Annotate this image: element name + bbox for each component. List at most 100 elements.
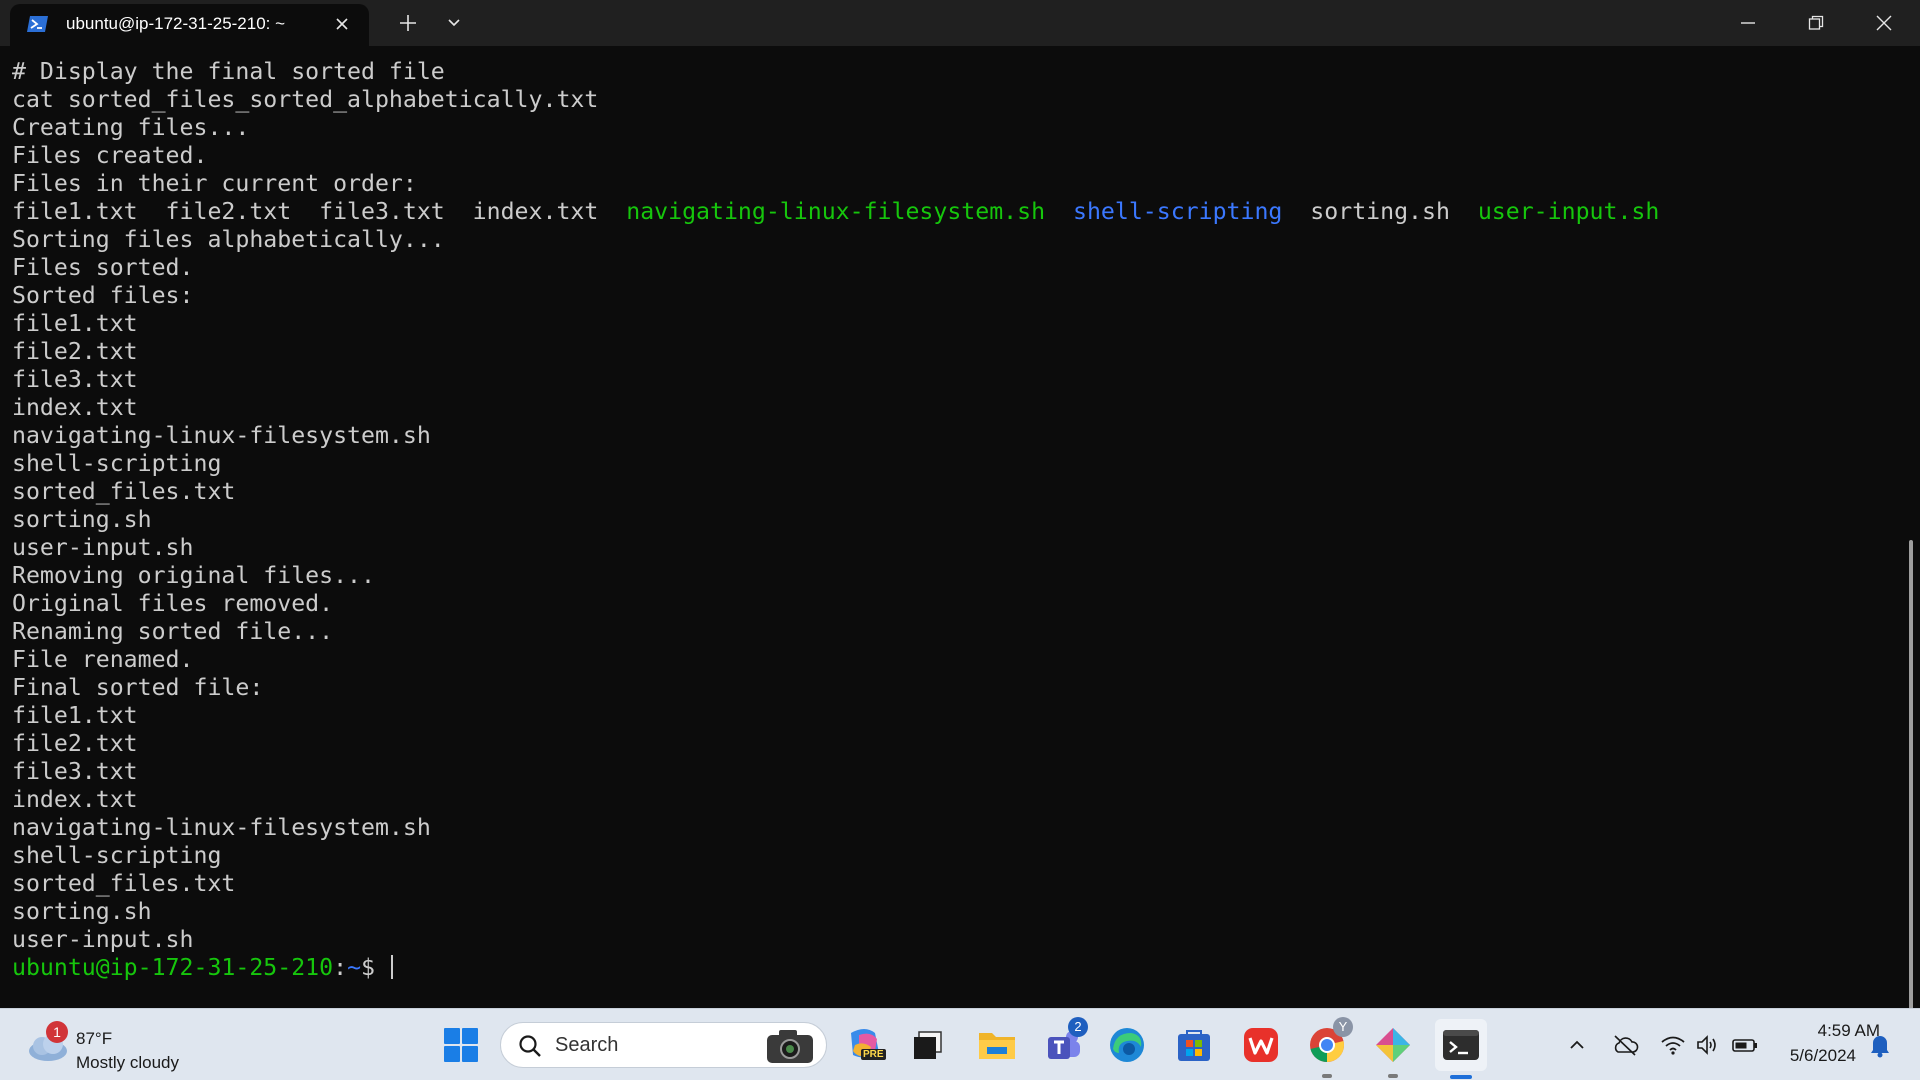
onedrive-status[interactable] bbox=[1611, 1031, 1639, 1059]
close-icon bbox=[1876, 15, 1892, 31]
terminal-text: file2.txt bbox=[12, 338, 138, 365]
terminal-text: shell-scripting bbox=[1072, 198, 1283, 225]
terminal-line: shell-scripting bbox=[12, 450, 1659, 478]
terminal-line: # Display the final sorted file bbox=[12, 58, 1659, 86]
terminal-line: Final sorted file: bbox=[12, 674, 1659, 702]
notifications-button[interactable] bbox=[1866, 1031, 1894, 1059]
diamond-app[interactable] bbox=[1369, 1021, 1417, 1078]
terminal-text: # Display the final sorted file bbox=[12, 58, 445, 85]
terminal-line: shell-scripting bbox=[12, 842, 1659, 870]
terminal-text: file2.txt bbox=[12, 730, 138, 757]
task-view-button[interactable] bbox=[904, 1021, 952, 1069]
minimize-icon bbox=[1741, 22, 1755, 24]
terminal-line: file3.txt bbox=[12, 758, 1659, 786]
tab-title: ubuntu@ip-172-31-25-210: ~ bbox=[66, 14, 286, 33]
chrome-app[interactable]: Y bbox=[1303, 1017, 1353, 1078]
terminal-line: sorted_files.txt bbox=[12, 870, 1659, 898]
scrollbar[interactable] bbox=[1909, 540, 1913, 1008]
weather-condition: Mostly cloudy bbox=[76, 1053, 179, 1072]
terminal-text: Renaming sorted file... bbox=[12, 618, 334, 645]
terminal-area[interactable]: # Display the final sorted file cat sorte… bbox=[0, 46, 1920, 1008]
terminal-output: # Display the final sorted file cat sorte… bbox=[12, 58, 1659, 982]
teams-app[interactable]: 2 bbox=[1040, 1017, 1088, 1069]
search-box[interactable]: Search bbox=[500, 1022, 827, 1068]
terminal-line: file2.txt bbox=[12, 730, 1659, 758]
start-button[interactable] bbox=[437, 1021, 485, 1069]
terminal-line: File renamed. bbox=[12, 646, 1659, 674]
teams-badge: 2 bbox=[1068, 1017, 1088, 1037]
terminal-text: Files sorted. bbox=[12, 254, 194, 281]
terminal-text: Creating files... bbox=[12, 114, 250, 141]
terminal-app[interactable] bbox=[1435, 1019, 1487, 1079]
weather-temperature: 87°F bbox=[76, 1029, 113, 1048]
terminal-text: index.txt bbox=[12, 394, 138, 421]
chevron-up-icon bbox=[1570, 1040, 1584, 1049]
terminal-text: Sorted files: bbox=[12, 282, 194, 309]
terminal-line: user-input.sh bbox=[12, 926, 1659, 954]
prompt-line[interactable]: ubuntu@ip-172-31-25-210:~$ bbox=[12, 954, 1659, 982]
edge-icon bbox=[1110, 1028, 1144, 1062]
close-tab-icon[interactable] bbox=[332, 14, 352, 34]
terminal-line: Creating files... bbox=[12, 114, 1659, 142]
edge-app[interactable] bbox=[1103, 1021, 1151, 1069]
terminal-line: file1.txt bbox=[12, 310, 1659, 338]
terminal-text: File renamed. bbox=[12, 646, 194, 673]
terminal-text: file1.txt bbox=[12, 310, 138, 337]
terminal-line: index.txt bbox=[12, 394, 1659, 422]
file-explorer-app[interactable] bbox=[973, 1021, 1021, 1069]
copilot-pre-label: PRE bbox=[861, 1049, 886, 1060]
terminal-icon bbox=[1443, 1030, 1479, 1060]
terminal-text: file1.txt file2.txt file3.txt index.txt bbox=[12, 198, 627, 225]
terminal-line: navigating-linux-filesystem.sh bbox=[12, 422, 1659, 450]
terminal-line: Files created. bbox=[12, 142, 1659, 170]
chrome-profile-badge: Y bbox=[1333, 1017, 1353, 1037]
copilot-app[interactable]: PRE bbox=[841, 1021, 889, 1069]
show-hidden-icons-button[interactable] bbox=[1563, 1031, 1591, 1059]
cloud-off-icon bbox=[1614, 1035, 1639, 1056]
terminal-text: Original files removed. bbox=[12, 590, 334, 617]
wifi-status[interactable] bbox=[1659, 1031, 1687, 1059]
terminal-text: shell-scripting bbox=[12, 842, 222, 869]
terminal-text: navigating-linux-filesystem.sh bbox=[626, 198, 1046, 225]
terminal-line: file1.txt file2.txt file3.txt index.txt … bbox=[12, 198, 1659, 226]
terminal-text: user-input.sh bbox=[1477, 198, 1660, 225]
terminal-line: Original files removed. bbox=[12, 590, 1659, 618]
volume-status[interactable] bbox=[1694, 1031, 1722, 1059]
restore-button[interactable] bbox=[1782, 0, 1850, 46]
wifi-icon bbox=[1661, 1036, 1685, 1055]
minimize-button[interactable] bbox=[1714, 0, 1782, 46]
bell-icon bbox=[1871, 1036, 1889, 1058]
tab-terminal[interactable]: ubuntu@ip-172-31-25-210: ~ bbox=[10, 4, 369, 46]
terminal-text: Files in their current order: bbox=[12, 170, 417, 197]
terminal-text: index.txt bbox=[12, 786, 138, 813]
task-view-icon bbox=[914, 1031, 942, 1059]
terminal-text: shell-scripting bbox=[12, 450, 222, 477]
close-window-button[interactable] bbox=[1850, 0, 1918, 46]
prompt-symbol: $ bbox=[361, 954, 389, 981]
terminal-line: index.txt bbox=[12, 786, 1659, 814]
weather-widget[interactable]: 1 87°F Mostly cloudy bbox=[26, 1019, 226, 1072]
terminal-text: file3.txt bbox=[12, 366, 138, 393]
terminal-line: sorting.sh bbox=[12, 898, 1659, 926]
terminal-text: sorting.sh bbox=[12, 506, 152, 533]
store-app[interactable] bbox=[1170, 1021, 1218, 1069]
battery-status[interactable] bbox=[1731, 1031, 1759, 1059]
chrome-running-indicator bbox=[1322, 1074, 1332, 1078]
terminal-text: Sorting files alphabetically... bbox=[12, 226, 445, 253]
title-bar: ubuntu@ip-172-31-25-210: ~ bbox=[0, 0, 1920, 46]
terminal-text: sorted_files.txt bbox=[12, 870, 236, 897]
terminal-text: Removing original files... bbox=[12, 562, 375, 589]
new-tab-icon[interactable] bbox=[394, 9, 422, 37]
chevron-down-icon[interactable] bbox=[440, 9, 468, 37]
folder-icon bbox=[979, 1033, 1015, 1059]
terminal-text: Final sorted file: bbox=[12, 674, 264, 701]
speaker-icon bbox=[1697, 1035, 1716, 1055]
terminal-line: Sorted files: bbox=[12, 282, 1659, 310]
wps-office-app[interactable] bbox=[1237, 1021, 1285, 1069]
search-placeholder: Search bbox=[555, 1034, 619, 1056]
clock-date: 5/6/2024 bbox=[1789, 1046, 1856, 1065]
prompt-path: ~ bbox=[347, 954, 362, 981]
terminal-line: Renaming sorted file... bbox=[12, 618, 1659, 646]
windows-icon bbox=[444, 1028, 478, 1062]
